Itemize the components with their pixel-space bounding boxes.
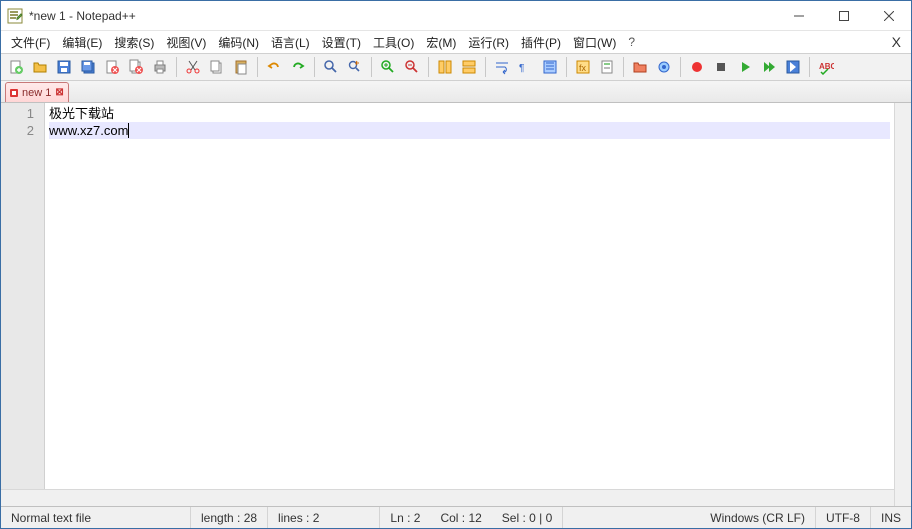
svg-text:fx: fx [579, 63, 587, 73]
tab-close-icon[interactable]: ⊠ [55, 87, 63, 98]
paste-icon[interactable] [230, 56, 252, 78]
editor: 12 极光下载站www.xz7.com [1, 103, 894, 489]
sync-v-icon[interactable] [434, 56, 456, 78]
status-sel: Sel : 0 | 0 [492, 507, 563, 528]
close-icon[interactable] [101, 56, 123, 78]
toolbar-separator [809, 57, 810, 77]
toolbar-separator [176, 57, 177, 77]
zoom-in-icon[interactable] [377, 56, 399, 78]
toolbar-separator [623, 57, 624, 77]
save-all-icon[interactable] [77, 56, 99, 78]
redo-icon[interactable] [287, 56, 309, 78]
status-mode[interactable]: INS [871, 507, 911, 528]
text-area[interactable]: 极光下载站www.xz7.com [45, 103, 894, 489]
editor-line: www.xz7.com [49, 122, 890, 139]
menu-help[interactable]: ? [622, 33, 641, 51]
lang-icon[interactable]: fx [572, 56, 594, 78]
toolbar-separator [680, 57, 681, 77]
menu-item[interactable]: 编辑(E) [56, 32, 108, 53]
replace-icon[interactable] [344, 56, 366, 78]
menu-item[interactable]: 宏(M) [420, 32, 462, 53]
window-title: *new 1 - Notepad++ [29, 9, 776, 23]
toolbar-separator [314, 57, 315, 77]
stop-icon[interactable] [710, 56, 732, 78]
print-icon[interactable] [149, 56, 171, 78]
line-number-gutter: 12 [1, 103, 45, 489]
titlebar: *new 1 - Notepad++ [1, 1, 911, 31]
minimize-button[interactable] [776, 1, 821, 30]
doc-map-icon[interactable] [596, 56, 618, 78]
close-button[interactable] [866, 1, 911, 30]
menu-item[interactable]: 搜索(S) [108, 32, 160, 53]
new-file-icon[interactable] [5, 56, 27, 78]
horizontal-scrollbar[interactable] [1, 489, 894, 506]
menu-item[interactable]: 视图(V) [160, 32, 212, 53]
mdi-close-button[interactable]: X [892, 34, 901, 50]
menu-item[interactable]: 运行(R) [462, 32, 515, 53]
play-icon[interactable] [734, 56, 756, 78]
svg-text:¶: ¶ [519, 63, 524, 74]
statusbar: Normal text file length : 28 lines : 2 L… [1, 506, 911, 528]
text-cursor [128, 123, 129, 138]
wordwrap-icon[interactable] [491, 56, 513, 78]
close-all-icon[interactable] [125, 56, 147, 78]
monitor-icon[interactable] [653, 56, 675, 78]
window-controls [776, 1, 911, 30]
tabstrip: new 1 ⊠ [1, 81, 911, 103]
tab-label: new 1 [22, 87, 51, 99]
status-encoding[interactable]: UTF-8 [816, 507, 871, 528]
unsaved-indicator-icon [10, 89, 18, 97]
status-lines: lines : 2 [268, 507, 380, 528]
toolbar: ¶ fx ABC [1, 53, 911, 81]
app-window: *new 1 - Notepad++ 文件(F)编辑(E)搜索(S)视图(V)编… [0, 0, 912, 529]
menu-item[interactable]: 文件(F) [5, 32, 56, 53]
cut-icon[interactable] [182, 56, 204, 78]
save-icon[interactable] [53, 56, 75, 78]
spellcheck-icon[interactable]: ABC [815, 56, 837, 78]
menu-item[interactable]: 设置(T) [316, 32, 367, 53]
status-length: length : 28 [191, 507, 268, 528]
indent-guide-icon[interactable] [539, 56, 561, 78]
menubar: 文件(F)编辑(E)搜索(S)视图(V)编码(N)语言(L)设置(T)工具(O)… [1, 31, 911, 53]
toolbar-separator [257, 57, 258, 77]
toolbar-separator [566, 57, 567, 77]
line-number: 2 [1, 122, 34, 139]
toolbar-separator [371, 57, 372, 77]
menu-item[interactable]: 工具(O) [367, 32, 420, 53]
line-number: 1 [1, 105, 34, 122]
document-tab[interactable]: new 1 ⊠ [5, 82, 69, 102]
menu-item[interactable]: 编码(N) [212, 32, 265, 53]
maximize-button[interactable] [821, 1, 866, 30]
sync-h-icon[interactable] [458, 56, 480, 78]
status-ln: Ln : 2 [380, 507, 430, 528]
toolbar-separator [485, 57, 486, 77]
vertical-scrollbar[interactable] [894, 103, 911, 506]
open-file-icon[interactable] [29, 56, 51, 78]
find-icon[interactable] [320, 56, 342, 78]
status-eol[interactable]: Windows (CR LF) [700, 507, 816, 528]
menu-item[interactable]: 窗口(W) [567, 32, 622, 53]
folder-icon[interactable] [629, 56, 651, 78]
undo-icon[interactable] [263, 56, 285, 78]
save-macro-icon[interactable] [782, 56, 804, 78]
editor-line: 极光下载站 [49, 105, 890, 122]
copy-icon[interactable] [206, 56, 228, 78]
toolbar-separator [428, 57, 429, 77]
zoom-out-icon[interactable] [401, 56, 423, 78]
record-icon[interactable] [686, 56, 708, 78]
menu-item[interactable]: 语言(L) [265, 32, 316, 53]
show-all-icon[interactable]: ¶ [515, 56, 537, 78]
menu-item[interactable]: 插件(P) [515, 32, 567, 53]
status-filetype: Normal text file [1, 507, 191, 528]
status-col: Col : 12 [430, 507, 491, 528]
app-icon [7, 8, 23, 24]
play-multi-icon[interactable] [758, 56, 780, 78]
